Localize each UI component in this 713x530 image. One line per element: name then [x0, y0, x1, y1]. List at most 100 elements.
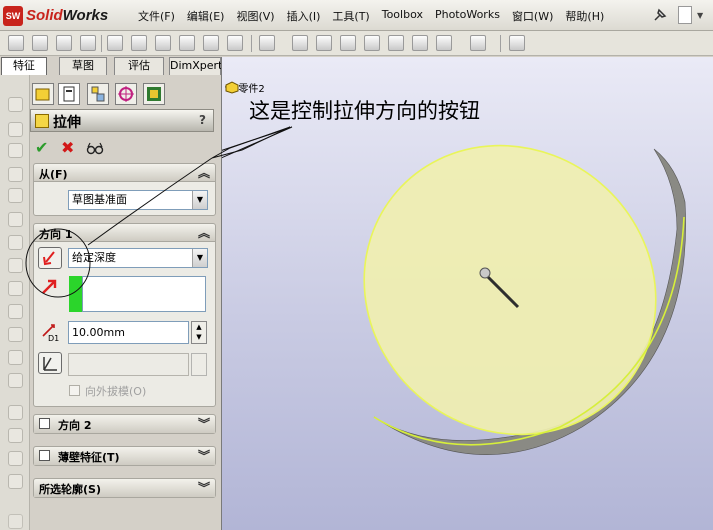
strip-revolve-icon[interactable] — [8, 122, 23, 137]
strip-draft-icon[interactable] — [8, 304, 23, 319]
strip-axis-icon[interactable] — [8, 514, 23, 529]
selected-contours-header[interactable]: 所选轮廓(S) ︾ — [34, 479, 215, 497]
tab-evaluate[interactable]: 评估 — [114, 57, 164, 75]
toolbar-button-fillet-icon[interactable] — [131, 35, 147, 51]
toolbar-button-flex-icon[interactable] — [364, 35, 380, 51]
draft-angle-spinner[interactable] — [191, 353, 207, 376]
strip-instant3d-icon[interactable] — [8, 451, 23, 466]
depth-spinner[interactable]: ▲ ▼ — [191, 321, 207, 344]
from-select[interactable]: 草图基准面 ▼ — [68, 190, 208, 210]
menu-edit[interactable]: 编辑(E) — [187, 8, 225, 24]
ok-check-icon[interactable]: ✔ — [35, 138, 48, 157]
toolbar-button-deform-icon[interactable] — [388, 35, 404, 51]
strip-pattern-icon[interactable] — [8, 350, 23, 365]
reverse-direction-button[interactable] — [38, 247, 62, 269]
dropdown-arrow-icon[interactable]: ▼ — [192, 249, 207, 267]
toolbar-button-extrude-icon[interactable] — [8, 35, 24, 51]
dimxpert-tab-icon[interactable] — [115, 83, 137, 105]
thin-feature-label: 薄壁特征(T) — [58, 451, 120, 464]
disc-top-face[interactable] — [305, 86, 713, 494]
graphics-viewport[interactable]: + 零件2 这是控制拉伸方向的按钮 — [221, 57, 713, 530]
thin-feature-checkbox[interactable] — [39, 450, 50, 461]
strip-boundary-icon[interactable] — [8, 188, 23, 203]
strip-shell-icon[interactable] — [8, 281, 23, 296]
chevron-down-icon[interactable]: ︾ — [198, 447, 210, 464]
toolbar-button-dome-icon[interactable] — [316, 35, 332, 51]
strip-chamfer-icon[interactable] — [8, 235, 23, 250]
display-manager-tab-icon[interactable] — [143, 83, 165, 105]
help-icon[interactable]: ? — [199, 113, 206, 127]
preview-glasses-icon[interactable] — [86, 141, 104, 155]
toolbar-button-instant3d-icon[interactable] — [509, 35, 525, 51]
menu-help[interactable]: 帮助(H) — [565, 8, 604, 24]
strip-hole-icon[interactable] — [8, 327, 23, 342]
draft-angle-input[interactable] — [68, 353, 189, 376]
tab-features[interactable]: 特征 — [1, 57, 47, 75]
menu-toolbox[interactable]: Toolbox — [382, 8, 423, 24]
arrow-handle-icon[interactable] — [479, 267, 491, 279]
strip-sweep-icon[interactable] — [8, 143, 23, 158]
feature-title: 拉伸 — [53, 115, 81, 131]
spin-up-icon[interactable]: ▲ — [192, 322, 206, 332]
direction2-header[interactable]: 方向 2 ︾ — [34, 415, 215, 433]
strip-loft-icon[interactable] — [8, 167, 23, 182]
selected-contours-group: 所选轮廓(S) ︾ — [33, 478, 216, 498]
draft-outward-checkbox[interactable] — [69, 385, 80, 396]
extrude-feature-icon — [35, 114, 49, 128]
from-group-label: 从(F) — [39, 168, 68, 181]
toolbar-button-revolve-icon[interactable] — [32, 35, 48, 51]
configuration-tab-icon[interactable] — [87, 83, 109, 105]
end-condition-select[interactable]: 给定深度 ▼ — [68, 248, 208, 268]
toolbar-button-rib-icon[interactable] — [179, 35, 195, 51]
toolbar-button-cut-icon[interactable] — [107, 35, 123, 51]
tab-sketch[interactable]: 草图 — [59, 57, 107, 75]
feature-tree-tab-icon[interactable] — [32, 83, 54, 105]
thin-feature-header[interactable]: 薄壁特征(T) ︾ — [34, 447, 215, 465]
menu-view[interactable]: 视图(V) — [236, 8, 274, 24]
menu-file[interactable]: 文件(F) — [138, 8, 175, 24]
chevron-down-icon[interactable]: ︾ — [198, 415, 210, 432]
toolbar-button-shell-icon[interactable] — [203, 35, 219, 51]
strip-curves-icon[interactable] — [8, 428, 23, 443]
menu-tools[interactable]: 工具(T) — [332, 8, 369, 24]
toolbar-button-chamfer-icon[interactable] — [155, 35, 171, 51]
direction-reference-box[interactable] — [82, 276, 206, 312]
strip-rib-icon[interactable] — [8, 258, 23, 273]
new-document-icon[interactable] — [678, 6, 692, 24]
from-group-header[interactable]: 从(F) ︽ — [34, 164, 215, 182]
spin-down-icon[interactable]: ▼ — [192, 332, 206, 342]
menu-photoworks[interactable]: PhotoWorks — [435, 8, 500, 24]
toolbar-button-indent-icon[interactable] — [412, 35, 428, 51]
dropdown-arrow-icon[interactable]: ▼ — [192, 191, 207, 209]
toolbar-button-refgeometry-icon[interactable] — [436, 35, 452, 51]
toolbar-button-wrap-icon[interactable] — [340, 35, 356, 51]
toolbar-button-loft-icon[interactable] — [80, 35, 96, 51]
chevron-down-icon[interactable]: ︾ — [198, 479, 210, 496]
tab-dimxpert[interactable]: DimXpert — [169, 57, 222, 75]
toolbar-button-curves-icon[interactable] — [470, 35, 486, 51]
strip-refgeom-icon[interactable] — [8, 405, 23, 420]
property-manager: 拉伸 ? ✔ ✖ 从(F) ︽ 草图基准面 ▼ 方向 1 ︽ 给定深度 ▼ D1… — [30, 75, 220, 530]
menu-insert[interactable]: 插入(I) — [287, 8, 321, 24]
strip-misc-icon[interactable] — [8, 474, 23, 489]
direction1-header[interactable]: 方向 1 ︽ — [34, 224, 215, 242]
draft-toggle-button[interactable] — [38, 352, 62, 374]
direction2-checkbox[interactable] — [39, 418, 50, 429]
toolbar-button-sweep-icon[interactable] — [56, 35, 72, 51]
cancel-x-icon[interactable]: ✖ — [61, 138, 74, 157]
property-manager-tab-icon[interactable] — [58, 83, 80, 105]
strip-fillet-icon[interactable] — [8, 212, 23, 227]
strip-extrude-icon[interactable] — [8, 97, 23, 112]
toolbar-button-mirror-icon[interactable] — [292, 35, 308, 51]
chevron-up-icon[interactable]: ︽ — [198, 164, 210, 181]
new-document-dropdown-icon[interactable]: ▼ — [697, 11, 703, 20]
menu-bar: SW SolidWorks 文件(F) 编辑(E) 视图(V) 插入(I) 工具… — [0, 0, 713, 31]
chevron-up-icon[interactable]: ︽ — [198, 224, 210, 241]
toolbar-button-draft-icon[interactable] — [227, 35, 243, 51]
depth-input[interactable]: 10.00mm — [68, 321, 189, 344]
pin-icon[interactable] — [651, 6, 669, 24]
strip-mirror-icon[interactable] — [8, 373, 23, 388]
depth-value: 10.00mm — [72, 326, 125, 339]
toolbar-button-pattern-icon[interactable] — [259, 35, 275, 51]
menu-window[interactable]: 窗口(W) — [512, 8, 553, 24]
